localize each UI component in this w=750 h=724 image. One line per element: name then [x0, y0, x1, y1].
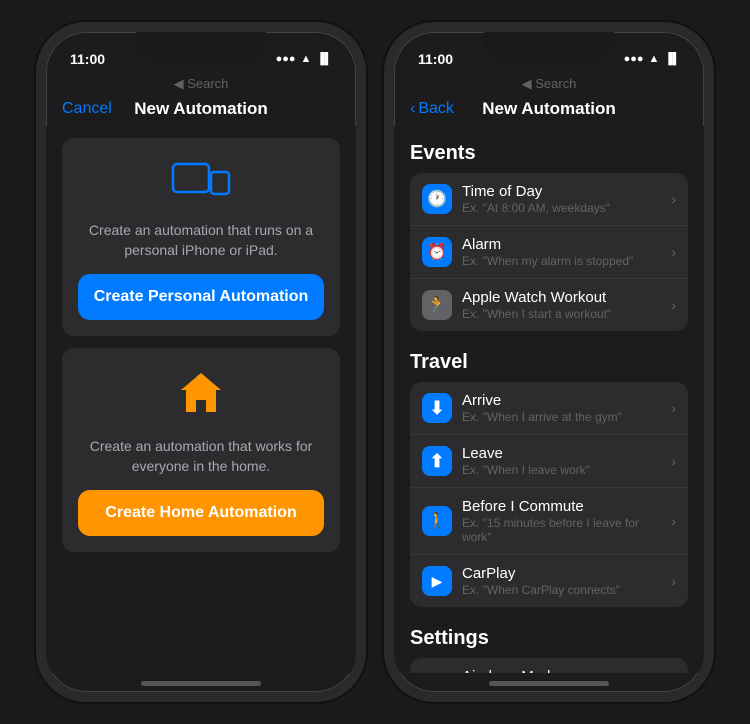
arrive-subtitle: Ex. "When I arrive at the gym"	[462, 410, 661, 424]
carplay-icon: ▶	[422, 566, 452, 596]
time-of-day-icon: 🕐	[422, 184, 452, 214]
phone2-content: Events 🕐 Time of Day Ex. "At 8:00 AM, we…	[394, 126, 704, 673]
personal-automation-card: Create an automation that runs on a pers…	[62, 138, 340, 336]
home-description: Create an automation that works for ever…	[78, 437, 324, 476]
carplay-subtitle: Ex. "When CarPlay connects"	[462, 583, 661, 597]
chevron-icon: ›	[671, 244, 676, 260]
chevron-icon: ›	[671, 453, 676, 469]
arrive-title: Arrive	[462, 392, 661, 409]
settings-section-header: Settings	[394, 611, 704, 658]
leave-subtitle: Ex. "When I leave work"	[462, 463, 661, 477]
list-item-time-of-day[interactable]: 🕐 Time of Day Ex. "At 8:00 AM, weekdays"…	[410, 173, 688, 226]
chevron-icon: ›	[671, 513, 676, 529]
time-left: 11:00	[70, 51, 105, 67]
back-chevron-icon: ‹	[410, 100, 415, 118]
commute-subtitle: Ex. "15 minutes before I leave for work"	[462, 516, 661, 544]
status-bar-right: 11:00 ●●● ▲ ▐▌	[394, 32, 704, 76]
cancel-button[interactable]: Cancel	[62, 100, 112, 118]
status-bar-left: 11:00 ●●● ▲ ▐▌	[46, 32, 356, 76]
phones-container: 11:00 ●●● ▲ ▐▌ ◀ Search Cancel New Autom…	[36, 22, 714, 702]
list-item-commute[interactable]: 🚶 Before I Commute Ex. "15 minutes befor…	[410, 488, 688, 555]
back-label: Back	[418, 100, 454, 118]
alarm-icon: ⏰	[422, 237, 452, 267]
travel-section-header: Travel	[394, 335, 704, 382]
events-section-header: Events	[394, 126, 704, 173]
carplay-title: CarPlay	[462, 565, 661, 582]
airplane-title: Airplane Mode	[462, 668, 661, 673]
workout-title: Apple Watch Workout	[462, 289, 661, 306]
personal-description: Create an automation that runs on a pers…	[78, 221, 324, 260]
home-automation-card: Create an automation that works for ever…	[62, 348, 340, 552]
alarm-text: Alarm Ex. "When my alarm is stopped"	[462, 236, 661, 268]
list-item-airplane[interactable]: ✈ Airplane Mode Ex. "When Airplane Mode …	[410, 658, 688, 673]
list-item-workout[interactable]: 🏃 Apple Watch Workout Ex. "When I start …	[410, 279, 688, 331]
status-icons-left: ●●● ▲ ▐▌	[276, 53, 332, 65]
list-item-carplay[interactable]: ▶ CarPlay Ex. "When CarPlay connects" ›	[410, 555, 688, 607]
wifi-icon-right: ▲	[649, 53, 660, 65]
workout-text: Apple Watch Workout Ex. "When I start a …	[462, 289, 661, 321]
leave-text: Leave Ex. "When I leave work"	[462, 445, 661, 477]
time-of-day-title: Time of Day	[462, 183, 661, 200]
wifi-icon: ▲	[301, 53, 312, 65]
commute-text: Before I Commute Ex. "15 minutes before …	[462, 498, 661, 544]
battery-icon-right: ▐▌	[664, 53, 680, 65]
phone-right: 11:00 ●●● ▲ ▐▌ ◀ Search ‹ Back New Autom…	[384, 22, 714, 702]
status-icons-right: ●●● ▲ ▐▌	[624, 53, 680, 65]
list-item-alarm[interactable]: ⏰ Alarm Ex. "When my alarm is stopped" ›	[410, 226, 688, 279]
alarm-title: Alarm	[462, 236, 661, 253]
nav-bar-right: ‹ Back New Automation	[394, 96, 704, 126]
nav-title-left: New Automation	[134, 99, 267, 119]
phone1-content: Create an automation that runs on a pers…	[46, 126, 356, 673]
list-item-leave[interactable]: ⬆ Leave Ex. "When I leave work" ›	[410, 435, 688, 488]
chevron-icon: ›	[671, 400, 676, 416]
nav-title-right: New Automation	[482, 99, 615, 119]
commute-icon: 🚶	[422, 506, 452, 536]
time-of-day-subtitle: Ex. "At 8:00 AM, weekdays"	[462, 201, 661, 215]
signal-icon: ●●●	[276, 53, 296, 65]
workout-subtitle: Ex. "When I start a workout"	[462, 307, 661, 321]
phone-left: 11:00 ●●● ▲ ▐▌ ◀ Search Cancel New Autom…	[36, 22, 366, 702]
arrive-text: Arrive Ex. "When I arrive at the gym"	[462, 392, 661, 424]
back-search-label-right: ◀ Search	[394, 76, 704, 96]
home-icon	[176, 368, 226, 427]
create-personal-automation-button[interactable]: Create Personal Automation	[78, 274, 324, 320]
leave-icon: ⬆	[422, 446, 452, 476]
commute-title: Before I Commute	[462, 498, 661, 515]
events-list: 🕐 Time of Day Ex. "At 8:00 AM, weekdays"…	[410, 173, 688, 331]
time-right: 11:00	[418, 51, 453, 67]
alarm-subtitle: Ex. "When my alarm is stopped"	[462, 254, 661, 268]
back-search-label-left: ◀ Search	[46, 76, 356, 96]
back-button[interactable]: ‹ Back	[410, 100, 454, 118]
home-button-right[interactable]	[489, 681, 609, 686]
leave-title: Leave	[462, 445, 661, 462]
nav-bar-left: Cancel New Automation	[46, 96, 356, 126]
workout-icon: 🏃	[422, 290, 452, 320]
carplay-text: CarPlay Ex. "When CarPlay connects"	[462, 565, 661, 597]
list-item-arrive[interactable]: ⬇ Arrive Ex. "When I arrive at the gym" …	[410, 382, 688, 435]
signal-icon-right: ●●●	[624, 53, 644, 65]
airplane-text: Airplane Mode Ex. "When Airplane Mode is…	[462, 668, 661, 673]
arrive-icon: ⬇	[422, 393, 452, 423]
battery-icon: ▐▌	[316, 53, 332, 65]
travel-list: ⬇ Arrive Ex. "When I arrive at the gym" …	[410, 382, 688, 607]
chevron-icon: ›	[671, 297, 676, 313]
create-home-automation-button[interactable]: Create Home Automation	[78, 490, 324, 536]
devices-icon	[171, 158, 231, 211]
chevron-icon: ›	[671, 191, 676, 207]
time-of-day-text: Time of Day Ex. "At 8:00 AM, weekdays"	[462, 183, 661, 215]
chevron-icon: ›	[671, 573, 676, 589]
settings-list: ✈ Airplane Mode Ex. "When Airplane Mode …	[410, 658, 688, 673]
home-button-left[interactable]	[141, 681, 261, 686]
